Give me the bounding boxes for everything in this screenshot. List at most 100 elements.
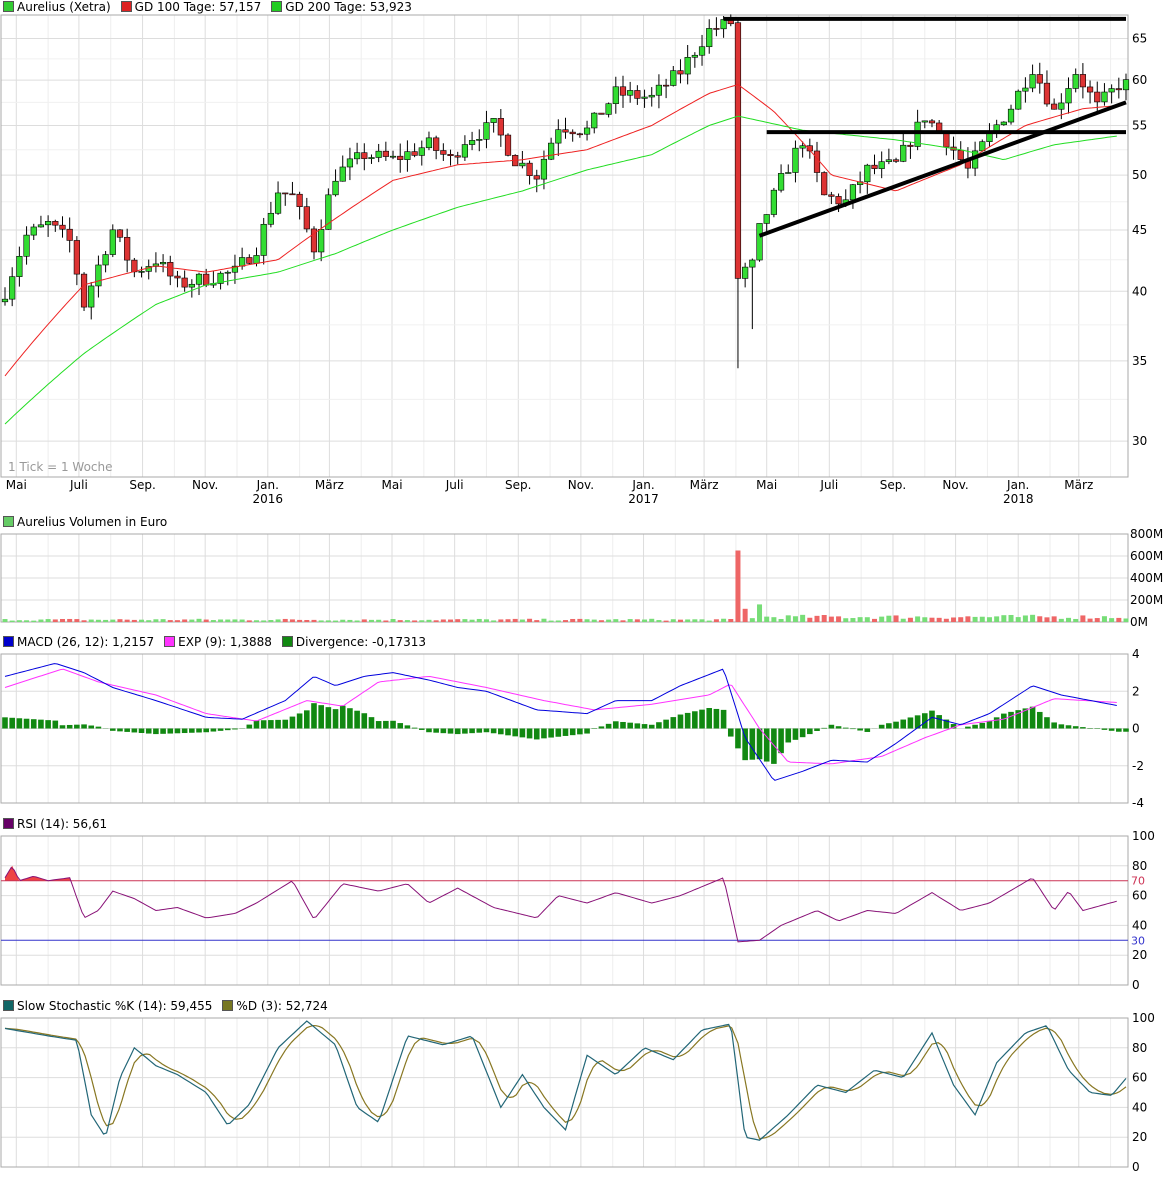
divergence-bar xyxy=(699,709,705,729)
divergence-bar xyxy=(174,728,181,734)
candle xyxy=(641,89,648,108)
volume-bar xyxy=(1037,616,1043,622)
candle-body xyxy=(878,161,885,169)
candle-body xyxy=(684,56,691,75)
candle-body xyxy=(663,84,670,87)
candle-body xyxy=(821,172,828,196)
candle-body xyxy=(655,84,663,96)
legend-item: GD 100 Tage: 57,157 xyxy=(120,0,262,14)
volume-bar xyxy=(433,620,439,622)
candle-body xyxy=(1115,88,1122,91)
candle xyxy=(282,192,289,206)
volume-bar xyxy=(289,619,295,622)
volume-bar xyxy=(182,619,188,622)
candle xyxy=(1051,98,1058,110)
candle xyxy=(1108,84,1115,104)
candle xyxy=(526,160,533,185)
candle-body xyxy=(181,277,188,288)
volume-bar xyxy=(771,617,777,622)
candle xyxy=(217,271,224,290)
divergence-bar xyxy=(555,728,562,737)
divergence-bar xyxy=(706,708,713,729)
candle xyxy=(742,262,749,288)
candle-body xyxy=(900,144,907,162)
divergence-bar xyxy=(476,728,483,733)
volume-bar xyxy=(491,620,497,622)
divergence-bar xyxy=(1044,717,1050,729)
candle-body xyxy=(1108,88,1115,93)
divergence-bar xyxy=(677,714,684,729)
volume-bar xyxy=(785,615,791,622)
divergence-bar xyxy=(505,728,511,736)
candle-body xyxy=(864,164,871,183)
divergence-bar xyxy=(339,705,346,729)
candle-body xyxy=(892,159,900,162)
divergence-bar xyxy=(965,726,971,729)
candle xyxy=(174,270,181,288)
volume-bar xyxy=(800,614,806,622)
volume-bar xyxy=(455,619,461,622)
volume-bar xyxy=(706,620,712,622)
candle xyxy=(45,215,52,237)
candle xyxy=(1043,70,1051,107)
x-tick-label: Sep. xyxy=(129,478,155,492)
candle-body xyxy=(102,254,109,266)
divergence-bar xyxy=(498,728,504,735)
divergence-bar xyxy=(663,719,669,729)
divergence-bar xyxy=(440,728,447,734)
candle xyxy=(892,157,900,164)
divergence-bar xyxy=(145,728,152,734)
volume-bar xyxy=(1080,615,1086,622)
volume-bar xyxy=(713,619,719,622)
divergence-bar xyxy=(66,724,73,729)
volume-bar xyxy=(692,619,698,622)
volume-bar xyxy=(958,617,964,622)
x-tick-label: Jan. xyxy=(1006,478,1029,492)
candle xyxy=(116,229,124,243)
divergence-bar xyxy=(16,718,23,729)
volume-bar xyxy=(1123,618,1129,622)
volume-bar xyxy=(67,618,73,622)
volume-bar xyxy=(857,617,863,622)
candle-body xyxy=(440,150,447,155)
candle-body xyxy=(9,276,16,300)
volume-bar xyxy=(519,619,525,622)
divergence-bar xyxy=(569,728,576,736)
candle xyxy=(145,259,152,280)
stoch-d-line xyxy=(4,1024,1127,1140)
candle-body xyxy=(159,262,167,265)
divergence-bar xyxy=(641,724,648,729)
candle xyxy=(1007,104,1015,125)
y-tick-label: 60 xyxy=(1132,73,1147,87)
legend-label: Aurelius Volumen in Euro xyxy=(17,515,168,529)
volume-bar xyxy=(476,618,482,622)
macd-tick-label: 2 xyxy=(1132,684,1140,698)
volume-bar xyxy=(965,616,971,622)
candle xyxy=(713,17,720,37)
volume-bar xyxy=(469,619,475,622)
candle xyxy=(821,171,828,196)
volume-bar xyxy=(297,619,303,622)
stoch-tick-label: 100 xyxy=(1132,1011,1155,1025)
candle xyxy=(504,133,512,157)
volume-tick-label: 800M xyxy=(1130,527,1163,541)
candle-body xyxy=(540,158,548,180)
candle xyxy=(921,120,928,129)
divergence-bar xyxy=(332,709,339,729)
candle-body xyxy=(52,221,59,226)
macd-panel xyxy=(2,663,1129,781)
volume-bar xyxy=(979,616,985,622)
divergence-bar xyxy=(713,708,720,729)
divergence-bar xyxy=(972,724,978,729)
candle-body xyxy=(799,145,806,149)
volume-bar xyxy=(757,604,763,622)
candle-body xyxy=(274,192,282,214)
candle-body xyxy=(59,224,66,230)
candle xyxy=(303,197,310,233)
rsi-line xyxy=(4,866,1117,943)
divergence-bar xyxy=(648,724,655,729)
candle-body xyxy=(1029,74,1036,89)
volume-bar xyxy=(110,619,116,622)
volume-bar xyxy=(721,618,727,622)
legend-label: GD 100 Tage: 57,157 xyxy=(134,0,262,14)
